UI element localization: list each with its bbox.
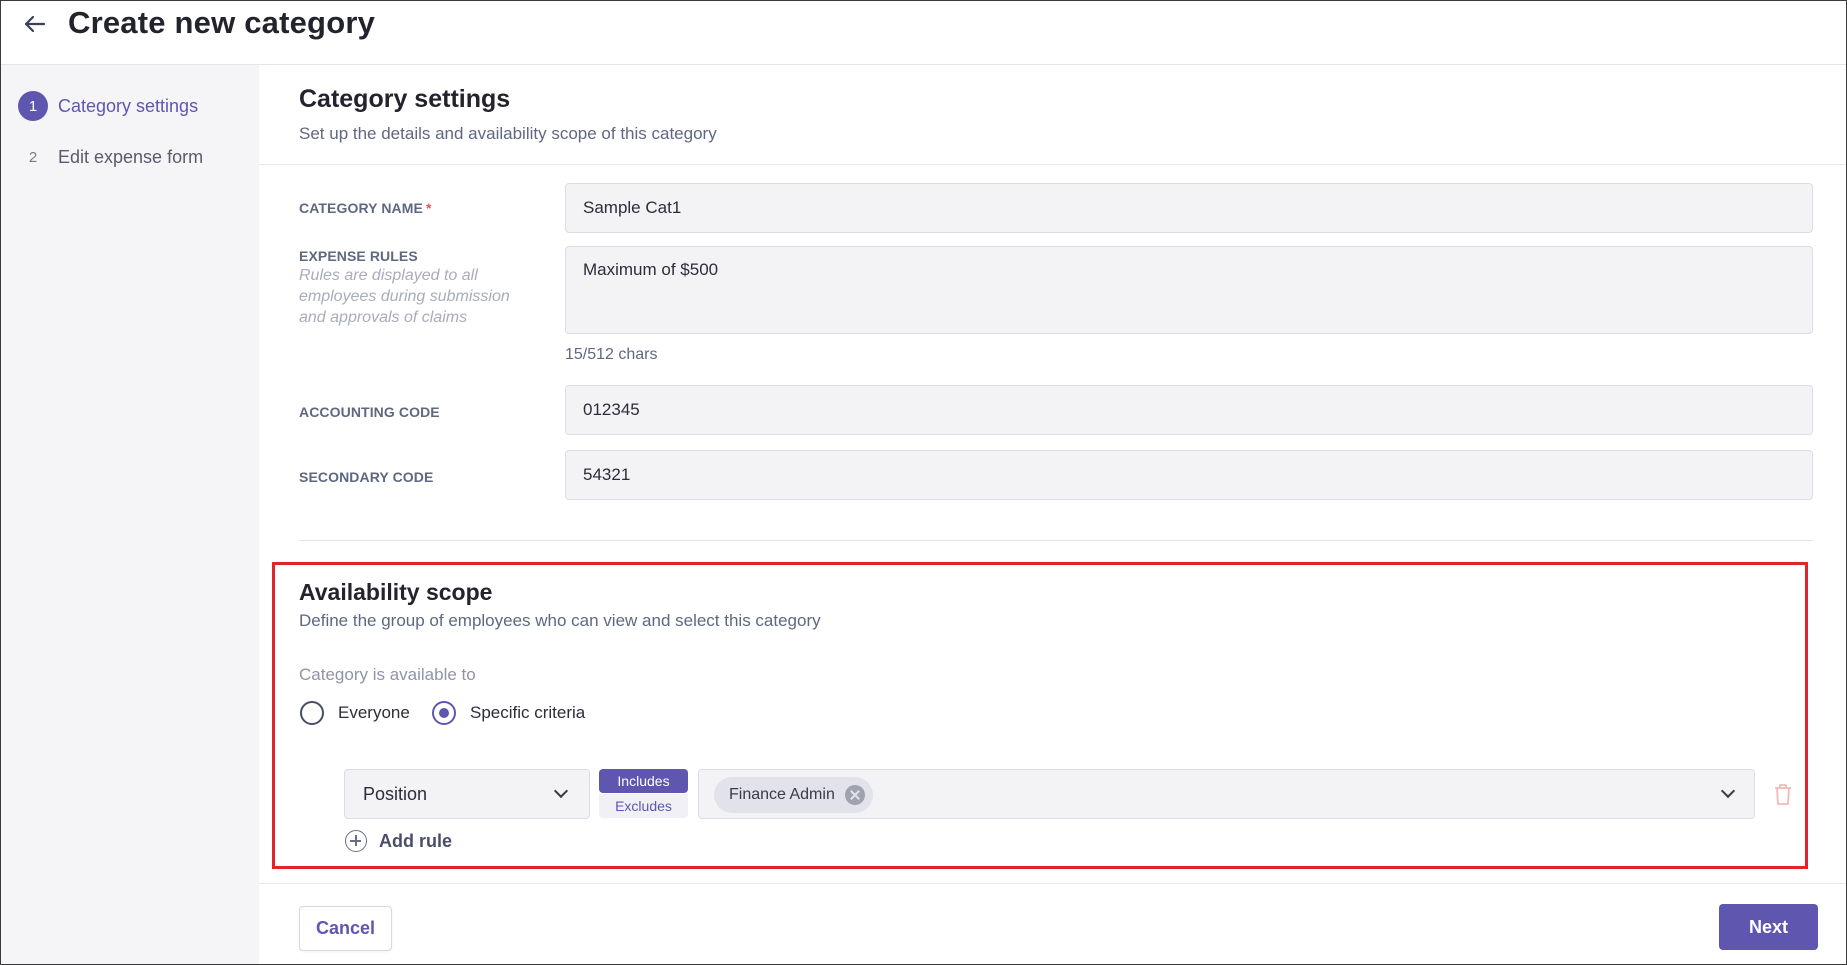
delete-rule-button[interactable] (1772, 782, 1794, 806)
next-button[interactable]: Next (1719, 904, 1818, 950)
expense-rules-textarea[interactable]: Maximum of $500 (565, 246, 1813, 334)
value-chip: Finance Admin (714, 777, 873, 813)
step-category-settings[interactable]: 1 Category settings (18, 89, 198, 123)
includes-button[interactable]: Includes (599, 769, 688, 793)
page-title: Create new category (68, 5, 376, 40)
include-exclude-toggle: Includes Excludes (599, 769, 688, 819)
excludes-button[interactable]: Excludes (599, 794, 688, 818)
availability-title: Availability scope (299, 579, 493, 605)
remove-chip-icon[interactable] (844, 785, 865, 805)
radio-specific-criteria[interactable]: Specific criteria (432, 698, 585, 728)
top-bar: Create new category (1, 1, 1846, 65)
radio-button[interactable] (300, 701, 324, 725)
section-title: Category settings (299, 85, 511, 113)
chevron-down-icon (553, 783, 569, 799)
step-number: 1 (18, 91, 48, 121)
step-label: Category settings (58, 95, 199, 116)
cancel-button[interactable]: Cancel (299, 906, 392, 951)
add-rule-button[interactable]: Add rule (345, 827, 452, 855)
accounting-code-input[interactable]: 012345 (565, 385, 1813, 435)
rule-field-value: Position (363, 783, 428, 804)
plus-circle-icon (345, 830, 367, 852)
rule-values-select[interactable]: Finance Admin (698, 769, 1755, 819)
expense-rules-help: Rules are displayed to all employees dur… (299, 267, 510, 326)
category-name-input[interactable]: Sample Cat1 (565, 183, 1813, 233)
radio-label: Everyone (338, 703, 410, 722)
char-count: 15/512 chars (565, 346, 658, 363)
step-label: Edit expense form (58, 146, 204, 167)
app-window: Create new category 1 Category settings … (0, 0, 1847, 965)
secondary-code-input[interactable]: 54321 (565, 450, 1813, 500)
availability-subtitle: Define the group of employees who can vi… (299, 611, 821, 630)
secondary-code-label: SECONDARY CODE (299, 469, 434, 485)
section-subtitle: Set up the details and availability scop… (299, 124, 717, 143)
required-mark: * (425, 200, 432, 216)
radio-label: Specific criteria (470, 703, 586, 722)
expense-rules-label: EXPENSE RULES (299, 248, 418, 264)
divider (299, 540, 1813, 541)
radio-everyone[interactable]: Everyone (300, 698, 410, 728)
chevron-down-icon (1720, 783, 1736, 799)
rule-field-select[interactable]: Position (344, 769, 590, 819)
footer-divider (259, 883, 1846, 884)
step-number: 2 (28, 148, 38, 166)
category-name-label: CATEGORY NAME * (299, 200, 432, 216)
divider (259, 164, 1846, 165)
radio-button[interactable] (432, 701, 456, 725)
step-edit-expense-form[interactable]: 2 Edit expense form (18, 140, 203, 174)
back-button[interactable] (19, 9, 49, 39)
available-to-label: Category is available to (299, 665, 476, 684)
chip-label: Finance Admin (729, 786, 835, 803)
arrow-left-icon (24, 15, 46, 33)
trash-icon (1775, 784, 1791, 805)
add-rule-label: Add rule (379, 830, 453, 851)
accounting-code-label: ACCOUNTING CODE (299, 404, 440, 420)
steps-sidebar: 1 Category settings 2 Edit expense form (1, 65, 259, 964)
